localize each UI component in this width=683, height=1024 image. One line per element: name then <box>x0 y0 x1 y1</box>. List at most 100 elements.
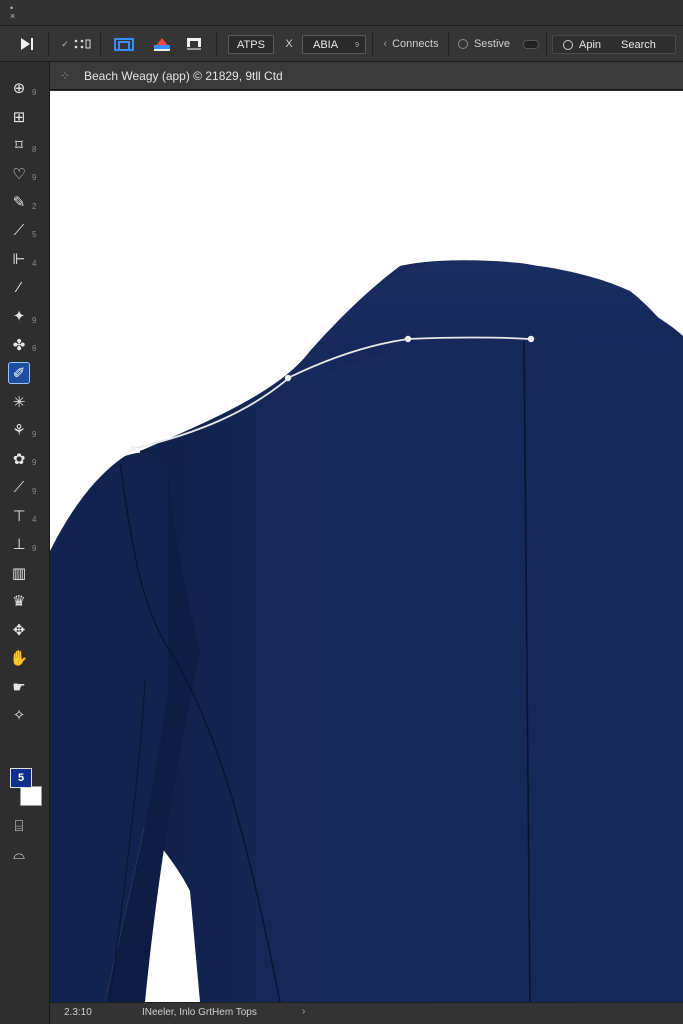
sestive-button[interactable]: Sestive <box>454 26 514 62</box>
pinwheel-tool[interactable]: ✥ <box>8 618 42 642</box>
tool-shortcut-number: 5 <box>32 230 37 239</box>
tool-shortcut-number: 9 <box>32 87 37 97</box>
chevron-left-icon: ‹ <box>383 38 388 50</box>
tool-extra-1[interactable]: ⌸ <box>8 814 42 838</box>
anchor-point <box>527 335 535 343</box>
crown-tool[interactable]: ♛ <box>8 589 42 613</box>
connects-label: Connects <box>392 38 439 50</box>
brush-tool[interactable]: ✤ 6 <box>8 333 42 357</box>
healing-tool[interactable]: ✦ 9 <box>8 304 42 328</box>
toggle-switch[interactable] <box>520 26 542 62</box>
move-tool[interactable]: ⊕ 9 <box>8 76 42 100</box>
quick-select-icon: ✎ <box>12 194 26 211</box>
layer-style-button[interactable] <box>148 26 176 62</box>
gradient-tool[interactable]: ▥ <box>8 561 42 585</box>
artboard-tool[interactable]: ⊞ <box>8 105 42 129</box>
history-tool[interactable]: ✿ 9 <box>8 447 42 471</box>
tool-shortcut-number: 4 <box>32 515 37 524</box>
tab-grid-icon: ⁘ <box>60 69 71 83</box>
crop-icon: ⟋ <box>13 222 25 239</box>
frame-blue-button[interactable] <box>110 26 138 62</box>
move-icon: ⊕ <box>12 80 26 97</box>
frame-icon: ⊩ <box>12 251 26 268</box>
mask-icon <box>187 38 201 50</box>
path-icon: ⊥ <box>12 536 26 553</box>
quick-select-tool[interactable]: ✎ 2 <box>8 190 42 214</box>
jacket-artwork <box>50 260 683 1002</box>
document-tab[interactable]: ⁘ Beach Weagy (app) © 21829, 9tll Ctd <box>50 62 683 90</box>
anchor-point <box>284 374 292 382</box>
chevron-right-icon[interactable]: › <box>302 1006 305 1017</box>
search-label: Search <box>621 38 656 51</box>
play-icon <box>21 38 33 50</box>
tool-shortcut-number: 9 <box>32 173 37 182</box>
divider <box>546 32 547 56</box>
background-color-swatch[interactable] <box>20 786 42 806</box>
window-controls[interactable]: • × <box>10 4 15 21</box>
field-b-suffix: 9 <box>355 42 359 49</box>
tool-shortcut-number: 6 <box>32 344 37 353</box>
history-icon: ✿ <box>12 450 26 468</box>
align-icon <box>74 39 91 49</box>
divider <box>448 32 449 56</box>
apin-label: Apin <box>579 38 602 51</box>
status-bar: 2.3:10 INeeler, Inlo GrtHem Tops › <box>50 1002 683 1024</box>
pen-tool[interactable]: ✐ <box>8 361 42 385</box>
stamp-icon: ⚘ <box>12 422 26 439</box>
stamp-tool[interactable]: ⚘ 9 <box>8 418 42 442</box>
divider <box>48 32 49 56</box>
window-titlebar: • × <box>0 0 683 26</box>
tool-extra-2[interactable]: ⌓ <box>8 842 42 866</box>
frame-icon <box>114 38 134 51</box>
field-separator: X <box>285 38 293 50</box>
hand-tool[interactable]: ✋ <box>8 646 42 670</box>
tool-shortcut-number: 9 <box>32 429 37 439</box>
zoom-level[interactable]: 2.3:10 <box>64 1007 92 1018</box>
type-tool[interactable]: ⊤ 4 <box>8 504 42 528</box>
align-options-button[interactable]: ✓ <box>56 26 96 62</box>
layers-icon <box>154 38 170 51</box>
path-tool[interactable]: ⊥ 9 <box>8 532 42 556</box>
search-box[interactable]: Apin Search <box>552 35 676 54</box>
lasso-tool[interactable]: ♡ 9 <box>8 162 42 186</box>
tool-shortcut-number: 8 <box>32 144 37 154</box>
close-icon[interactable]: × <box>10 12 15 21</box>
canvas[interactable] <box>50 91 683 1002</box>
artboard-icon: ⊞ <box>12 108 26 126</box>
jacket-sleeve <box>50 452 175 1002</box>
marquee-tool[interactable]: ⌑ 8 <box>8 133 42 157</box>
foreground-color-swatch[interactable]: 5 <box>10 768 32 788</box>
eraser-tool[interactable]: ⟋ 9 <box>8 475 42 499</box>
divider <box>372 32 373 56</box>
tool-shortcut-number: 2 <box>32 201 37 211</box>
eyedropper-icon: ⁄ <box>17 279 21 296</box>
hand-icon: ✋ <box>9 650 29 667</box>
finger-tool[interactable]: ☛ <box>8 675 42 699</box>
options-bar: ✓ ATPS X ABIA 9 ‹ Connects Sestive Apin … <box>0 26 683 62</box>
finger-icon: ☛ <box>12 678 26 696</box>
contrast-icon <box>563 39 573 50</box>
sestive-label: Sestive <box>473 38 511 50</box>
divider <box>100 32 101 56</box>
circle-icon <box>457 39 468 49</box>
zoom-tool[interactable]: ✧ <box>8 703 42 727</box>
panel-icon: ⌸ <box>14 817 24 835</box>
frame-tool[interactable]: ⊩ 4 <box>8 247 42 271</box>
connects-button[interactable]: ‹ Connects <box>378 26 444 62</box>
snowflake-icon: ✳ <box>12 393 26 411</box>
marquee-icon: ⌑ <box>15 137 23 154</box>
field-b[interactable]: ABIA 9 <box>302 35 366 54</box>
eyedropper-tool[interactable]: ⁄ <box>8 276 42 300</box>
brush-icon: ✤ <box>12 336 26 354</box>
type-icon: ⊤ <box>12 507 26 525</box>
play-button[interactable] <box>12 26 42 62</box>
pen-icon: ✐ <box>8 362 30 384</box>
field-a[interactable]: ATPS <box>228 35 274 54</box>
zoom-icon: ✧ <box>12 707 26 724</box>
jacket-body <box>110 260 683 1002</box>
mask-button[interactable] <box>180 26 208 62</box>
crop-tool[interactable]: ⟋ 5 <box>8 219 42 243</box>
divider <box>216 32 217 56</box>
snowflake-tool[interactable]: ✳ <box>8 390 42 414</box>
tool-shortcut-number: 4 <box>32 258 37 268</box>
